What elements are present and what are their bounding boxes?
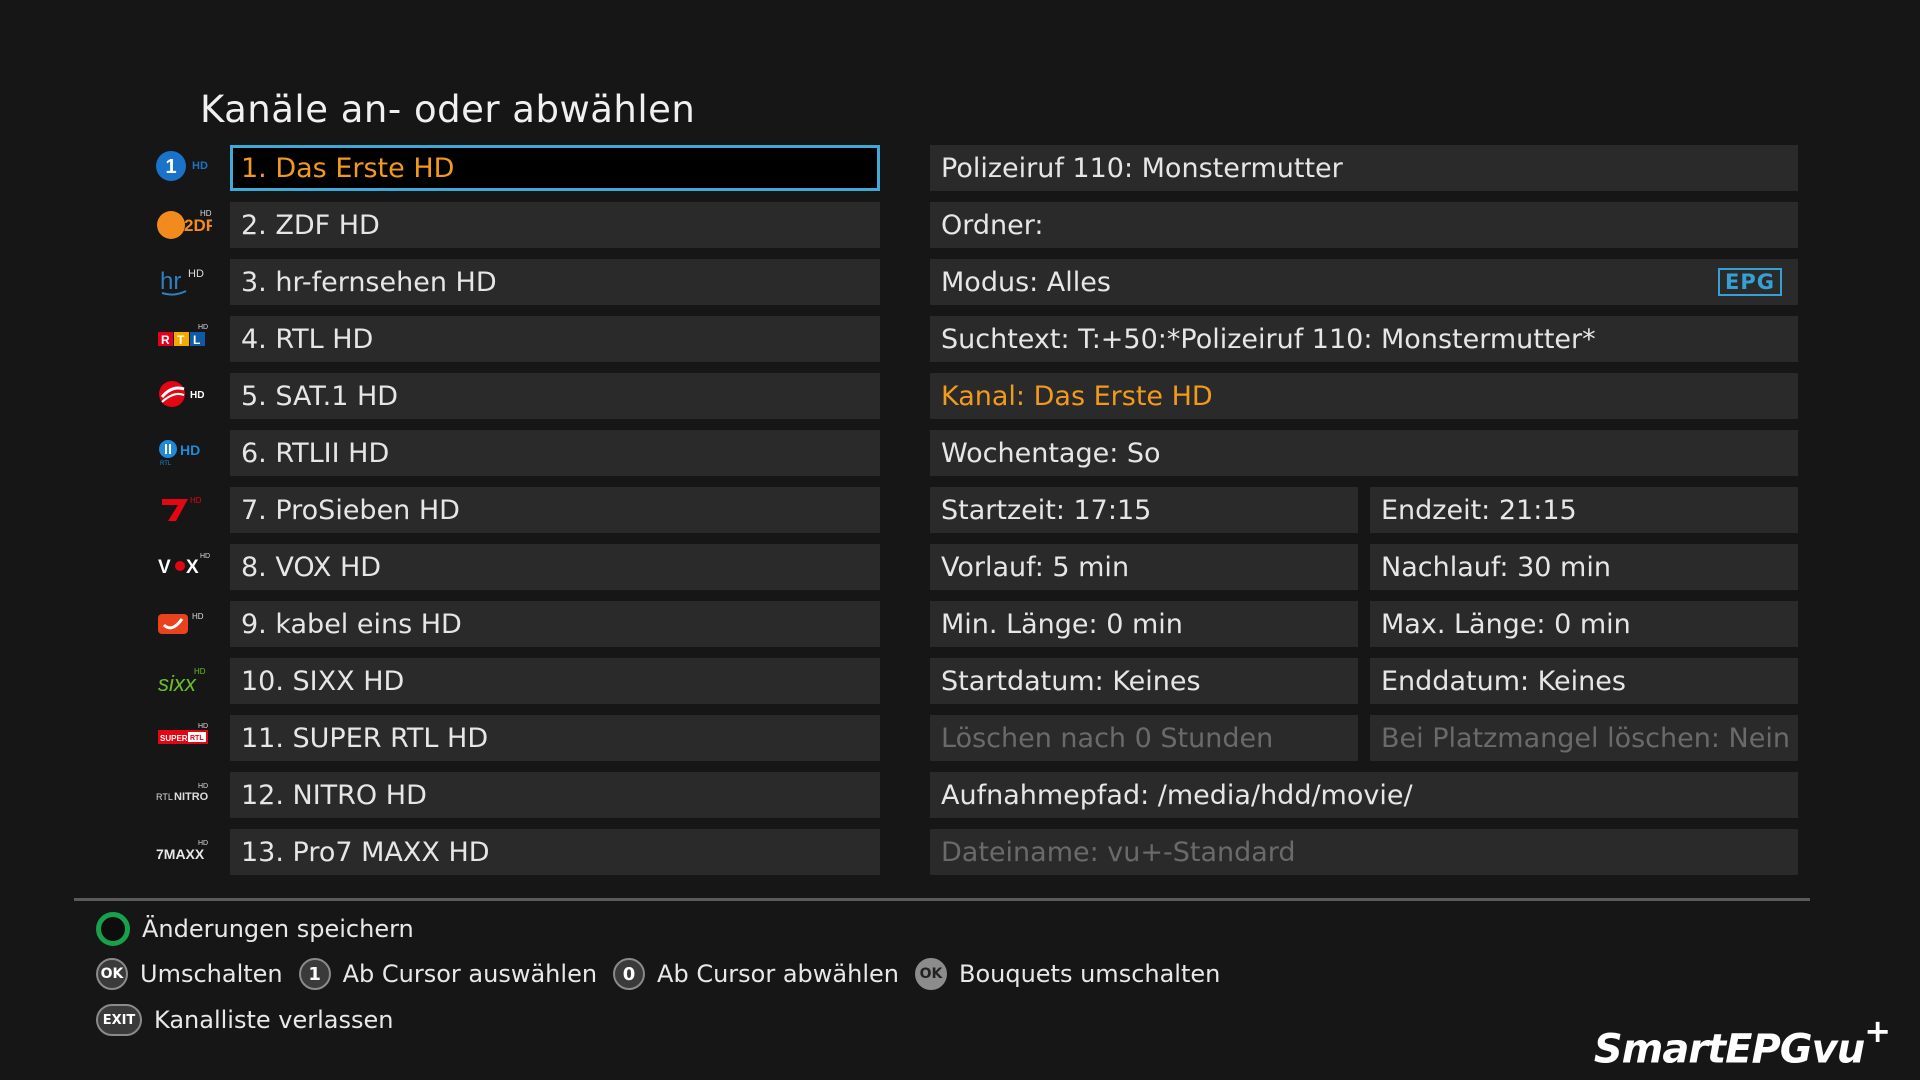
zdf-logo: 2DF HD <box>152 201 214 245</box>
mode-label: Modus: Alles <box>941 266 1111 298</box>
svg-text:hr: hr <box>160 268 181 295</box>
key-0-icon[interactable]: 0 <box>613 958 646 990</box>
deselect-from-cursor-label: Ab Cursor abwählen <box>657 960 899 988</box>
pro7-maxx-logo: 7MAXX HD <box>152 828 214 872</box>
green-button-icon <box>96 912 130 946</box>
svg-text:HD: HD <box>192 160 208 172</box>
start-time-field: Startzeit: 17:15 <box>930 487 1358 533</box>
legend-save[interactable]: Änderungen speichern <box>96 912 414 946</box>
svg-text:HD: HD <box>180 442 200 458</box>
svg-text:HD: HD <box>198 723 208 730</box>
ok-bouquet-key-icon[interactable]: OK <box>914 958 947 990</box>
brand-plus: + <box>1864 1011 1891 1050</box>
channel-row[interactable]: 6. RTLII HD <box>230 430 880 476</box>
svg-text:T: T <box>177 333 185 347</box>
channel-row[interactable]: 10. SIXX HD <box>230 658 880 704</box>
channel-row[interactable]: 13. Pro7 MAXX HD <box>230 829 880 875</box>
folder-field: Ordner: <box>930 202 1798 248</box>
select-from-cursor-label: Ab Cursor auswählen <box>342 960 598 988</box>
post-roll-field: Nachlauf: 30 min <box>1370 544 1798 590</box>
svg-text:HD: HD <box>200 553 210 560</box>
svg-text:HD: HD <box>190 390 204 401</box>
rtl-logo: R T L HD <box>152 315 214 359</box>
svg-text:X: X <box>186 557 199 578</box>
channel-row[interactable]: 3. hr-fernsehen HD <box>230 259 880 305</box>
svg-text:HD: HD <box>198 324 208 331</box>
epg-badge: EPG <box>1718 268 1782 296</box>
pre-roll-field: Vorlauf: 5 min <box>930 544 1358 590</box>
channel-row[interactable]: 9. kabel eins HD <box>230 601 880 647</box>
svg-text:HD: HD <box>192 612 204 621</box>
svg-text:2DF: 2DF <box>184 216 212 235</box>
prosieben-logo: HD <box>152 486 214 530</box>
svg-text:RTL: RTL <box>156 792 173 802</box>
svg-text:RTL: RTL <box>190 735 204 742</box>
svg-text:sixx: sixx <box>158 671 197 696</box>
channel-row[interactable]: 8. VOX HD <box>230 544 880 590</box>
end-date-field: Enddatum: Keines <box>1370 658 1798 704</box>
super-rtl-logo: SUPER RTL HD <box>152 714 214 758</box>
channel-field: Kanal: Das Erste HD <box>930 373 1798 419</box>
ok-key-icon[interactable]: OK <box>96 958 128 990</box>
svg-text:V: V <box>158 557 171 578</box>
brand-name: SmartEPGvu <box>1593 1026 1865 1072</box>
key-1-icon[interactable]: 1 <box>298 958 331 990</box>
channel-row[interactable]: 5. SAT.1 HD <box>230 373 880 419</box>
channel-row[interactable]: 12. NITRO HD <box>230 772 880 818</box>
channel-row[interactable]: 4. RTL HD <box>230 316 880 362</box>
max-length-field: Max. Länge: 0 min <box>1370 601 1798 647</box>
delete-after-field: Löschen nach 0 Stunden <box>930 715 1358 761</box>
page-title: Kanäle an- oder abwählen <box>200 88 696 131</box>
legend-row-2: OK Umschalten 1 Ab Cursor auswählen 0 Ab… <box>96 958 1220 990</box>
svg-text:7MAXX: 7MAXX <box>156 846 205 862</box>
channel-row[interactable]: 2. ZDF HD <box>230 202 880 248</box>
delete-on-low-space-field: Bei Platzmangel löschen: Nein <box>1370 715 1798 761</box>
svg-text:HD: HD <box>188 268 204 280</box>
nitro-logo: RTL NITRO HD <box>152 771 214 815</box>
end-time-field: Endzeit: 21:15 <box>1370 487 1798 533</box>
svg-text:HD: HD <box>190 496 202 505</box>
sat1-logo: HD <box>152 372 214 416</box>
kabel-eins-logo: HD <box>152 600 214 644</box>
save-label: Änderungen speichern <box>142 915 414 943</box>
channel-row[interactable]: 1. Das Erste HD <box>230 145 880 191</box>
svg-text:R: R <box>161 333 170 347</box>
mode-field: Modus: Alles EPG <box>930 259 1798 305</box>
sixx-logo: sixx HD <box>152 657 214 701</box>
das-erste-logo: 1 HD <box>152 144 214 188</box>
legend-exit[interactable]: EXIT Kanalliste verlassen <box>96 1004 393 1036</box>
exit-label: Kanalliste verlassen <box>154 1006 394 1034</box>
svg-text:1: 1 <box>165 156 176 178</box>
svg-text:HD: HD <box>198 783 208 790</box>
record-path-field: Aufnahmepfad: /media/hdd/movie/ <box>930 772 1798 818</box>
exit-key-icon: EXIT <box>96 1004 142 1036</box>
rtl2-logo: HD RTL <box>152 429 214 473</box>
svg-text:HD: HD <box>200 209 212 218</box>
weekdays-field: Wochentage: So <box>930 430 1798 476</box>
svg-text:SUPER: SUPER <box>160 734 188 743</box>
search-text-field: Suchtext: T:+50:*Polizeiruf 110: Monster… <box>930 316 1798 362</box>
brand-logo: SmartEPGvu+ <box>1593 1012 1891 1072</box>
toggle-label: Umschalten <box>140 960 283 988</box>
hr-logo: hr HD <box>152 258 214 302</box>
svg-text:RTL: RTL <box>160 461 172 467</box>
svg-text:HD: HD <box>198 840 208 847</box>
vox-logo: V X HD <box>152 543 214 587</box>
filename-field: Dateiname: vu+-Standard <box>930 829 1798 875</box>
channel-row[interactable]: 7. ProSieben HD <box>230 487 880 533</box>
bouquets-label: Bouquets umschalten <box>958 960 1221 988</box>
timer-name-field: Polizeiruf 110: Monstermutter <box>930 145 1798 191</box>
svg-text:HD: HD <box>194 667 206 676</box>
svg-text:NITRO: NITRO <box>174 791 209 803</box>
start-date-field: Startdatum: Keines <box>930 658 1358 704</box>
channel-row[interactable]: 11. SUPER RTL HD <box>230 715 880 761</box>
min-length-field: Min. Länge: 0 min <box>930 601 1358 647</box>
divider <box>74 898 1810 901</box>
svg-text:L: L <box>193 333 200 347</box>
